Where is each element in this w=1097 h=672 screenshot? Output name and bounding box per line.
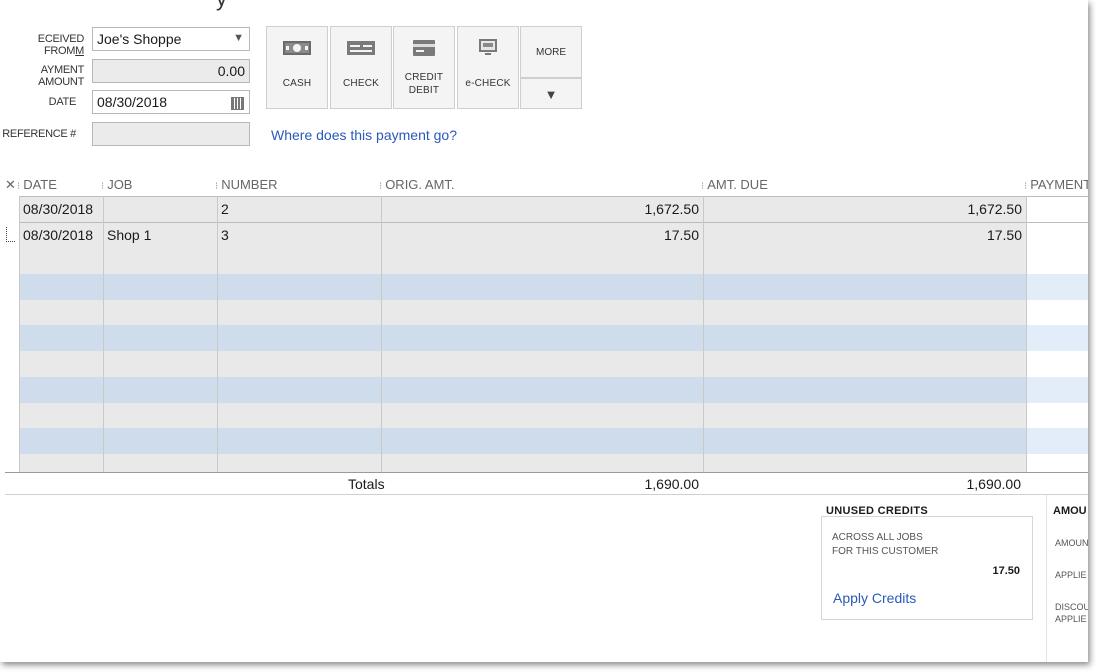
cell-date: 08/30/2018 bbox=[23, 201, 94, 217]
header-sort-icon[interactable]: ✕ bbox=[5, 177, 16, 193]
amounts-panel-title: AMOU bbox=[1053, 505, 1087, 517]
empty-row bbox=[5, 300, 1088, 325]
unused-credits-description: ACROSS ALL JOBS FOR THIS CUSTOMER bbox=[832, 532, 939, 557]
discount-applied-label: DISCOU APPLIE bbox=[1055, 602, 1088, 624]
cash-button[interactable]: CASH bbox=[266, 26, 328, 109]
date-label: DATE bbox=[48, 96, 77, 108]
window-title-fragment: y bbox=[216, 0, 227, 12]
e-check-button[interactable]: e-CHECK bbox=[457, 26, 519, 109]
amount-due-label: AMOUN bbox=[1055, 538, 1088, 548]
empty-row bbox=[5, 403, 1088, 428]
reference-input[interactable] bbox=[92, 122, 250, 146]
cash-icon bbox=[283, 41, 311, 55]
empty-row bbox=[5, 377, 1088, 403]
check-label: CHECK bbox=[342, 78, 379, 89]
chevron-down-icon[interactable]: ▼ bbox=[233, 32, 244, 44]
cell-job: Shop 1 bbox=[107, 227, 152, 243]
column-header-job[interactable]: ⁝ JOB bbox=[101, 177, 132, 192]
received-from-dropdown[interactable]: Joe's Shoppe ▼ bbox=[92, 27, 250, 51]
credit-debit-label: CREDIT DEBIT bbox=[404, 72, 444, 96]
unused-credits-amount: 17.50 bbox=[992, 565, 1020, 577]
credit-card-icon bbox=[413, 40, 435, 56]
column-header-payment[interactable]: ⁝ PAYMENT bbox=[1024, 177, 1088, 192]
payment-amount-label: AYMENT AMOUNT bbox=[38, 64, 84, 88]
cash-label: CASH bbox=[282, 78, 312, 89]
receive-payments-window: y ECEIVED FROMM Joe's Shoppe ▼ AYMENT AM… bbox=[0, 0, 1088, 662]
invoice-table: 08/30/2018 2 1,672.50 1,672.50 08/30/201… bbox=[5, 196, 1088, 473]
cell-payment[interactable] bbox=[1026, 197, 1088, 222]
cell-job bbox=[103, 197, 217, 222]
e-check-label: e-CHECK bbox=[465, 78, 511, 89]
row-selection-marker bbox=[6, 227, 15, 242]
payment-amount-input[interactable]: 0.00 bbox=[92, 59, 250, 83]
totals-label: Totals bbox=[348, 476, 385, 492]
column-header-date[interactable]: ⁝ DATE bbox=[17, 177, 57, 192]
more-arrow-button[interactable]: ▼ bbox=[520, 78, 582, 109]
unused-credits-panel: ACROSS ALL JOBS FOR THIS CUSTOMER 17.50 … bbox=[821, 516, 1033, 620]
cell-amt-due: 17.50 bbox=[986, 227, 1022, 243]
apply-credits-link[interactable]: Apply Credits bbox=[833, 590, 916, 606]
date-input[interactable]: 08/30/2018 bbox=[92, 90, 250, 114]
calendar-icon[interactable] bbox=[231, 97, 244, 110]
empty-row bbox=[5, 325, 1088, 351]
received-from-label: ECEIVED FROMM bbox=[37, 33, 85, 57]
more-button[interactable]: MORE bbox=[520, 26, 582, 78]
credit-debit-button[interactable]: CREDIT DEBIT bbox=[393, 26, 455, 109]
table-row[interactable]: 08/30/2018 Shop 1 3 17.50 17.50 bbox=[5, 222, 1088, 249]
reference-label: REFERENCE # bbox=[2, 128, 76, 140]
column-header-number[interactable]: ⁝ NUMBER bbox=[215, 177, 278, 192]
total-amt-due: 1,690.00 bbox=[966, 476, 1022, 492]
total-orig-amt: 1,690.00 bbox=[644, 476, 700, 492]
empty-row bbox=[5, 274, 1088, 300]
triangle-down-icon: ▼ bbox=[544, 87, 558, 102]
empty-row bbox=[5, 248, 1088, 274]
amounts-panel: AMOU AMOUN APPLIE DISCOU APPLIE bbox=[1046, 495, 1088, 662]
applied-label: APPLIE bbox=[1055, 570, 1087, 580]
cell-number: 3 bbox=[221, 227, 229, 243]
cell-amt-due: 1,672.50 bbox=[967, 201, 1023, 217]
column-header-orig-amt[interactable]: ⁝ ORIG. AMT. bbox=[379, 177, 455, 192]
cell-number: 2 bbox=[221, 201, 229, 217]
empty-row bbox=[5, 351, 1088, 377]
table-row[interactable]: 08/30/2018 2 1,672.50 1,672.50 bbox=[5, 196, 1088, 222]
received-from-value: Joe's Shoppe bbox=[97, 31, 182, 47]
monitor-icon bbox=[479, 39, 497, 55]
where-payment-goes-link[interactable]: Where does this payment go? bbox=[271, 127, 457, 143]
empty-row bbox=[5, 428, 1088, 454]
cell-orig-amt: 17.50 bbox=[663, 227, 699, 243]
check-button[interactable]: CHECK bbox=[330, 26, 392, 109]
check-icon bbox=[347, 41, 375, 55]
date-value: 08/30/2018 bbox=[97, 94, 168, 110]
column-header-amt-due[interactable]: ⁝ AMT. DUE bbox=[701, 177, 768, 192]
cell-orig-amt: 1,672.50 bbox=[644, 201, 700, 217]
empty-row bbox=[5, 454, 1088, 473]
cell-date: 08/30/2018 bbox=[23, 227, 94, 243]
cell-payment[interactable] bbox=[1026, 223, 1088, 248]
